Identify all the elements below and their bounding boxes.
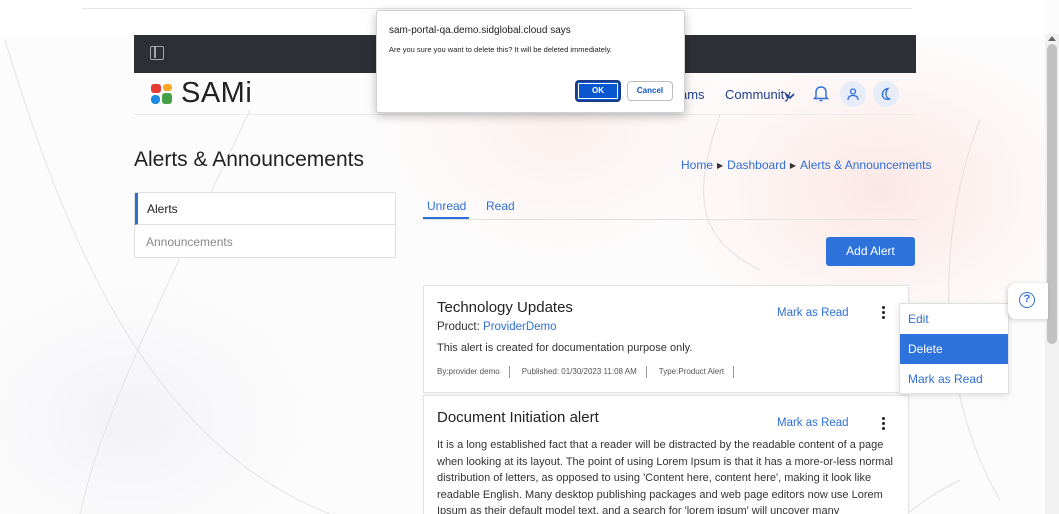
- left-menu-item-alerts[interactable]: Alerts: [135, 193, 395, 225]
- breadcrumb-current[interactable]: Alerts & Announcements: [800, 158, 931, 172]
- menu-item-mark-as-read[interactable]: Mark as Read: [900, 364, 1008, 394]
- help-button[interactable]: ?: [1008, 283, 1048, 319]
- divider: [645, 366, 647, 378]
- alert-description: This alert is created for documentation …: [437, 342, 693, 354]
- tab-bar: Unread Read: [423, 192, 915, 220]
- breadcrumb: Home ▶ Dashboard ▶ Alerts & Announcements: [681, 158, 931, 172]
- confirm-dialog: sam-portal-qa.demo.sidglobal.cloud says …: [376, 10, 685, 113]
- tab-unread[interactable]: Unread: [427, 199, 466, 213]
- cancel-button[interactable]: Cancel: [627, 81, 673, 101]
- kebab-menu-icon[interactable]: [882, 417, 886, 432]
- sami-logo-icon: [151, 84, 172, 104]
- chevron-down-icon[interactable]: [785, 91, 795, 101]
- alert-product: Product: ProviderDemo: [437, 321, 557, 333]
- bell-icon[interactable]: [813, 84, 829, 102]
- alert-card: Document Initiation alert Mark as Read I…: [423, 395, 909, 514]
- breadcrumb-dashboard[interactable]: Dashboard: [727, 158, 786, 172]
- question-circle-icon[interactable]: ?: [1019, 292, 1035, 308]
- alert-author: By:provider demo: [437, 367, 500, 377]
- dialog-message: Are you sure you want to delete this? It…: [389, 45, 612, 54]
- active-tab-indicator: [423, 217, 469, 219]
- scroll-up-arrow-icon[interactable]: [1048, 36, 1056, 41]
- alert-actions-menu: Edit Delete Mark as Read: [899, 303, 1009, 394]
- menu-item-edit[interactable]: Edit: [900, 304, 1008, 334]
- sidebar-toggle-icon[interactable]: [150, 46, 164, 60]
- product-label: Product:: [437, 321, 480, 333]
- scrollbar-thumb[interactable]: [1047, 44, 1057, 344]
- divider: [82, 8, 912, 9]
- caret-right-icon: ▶: [789, 161, 797, 170]
- left-menu: Alerts Announcements: [134, 192, 396, 258]
- breadcrumb-home[interactable]: Home: [681, 158, 713, 172]
- logo-text: SAMi: [181, 77, 253, 109]
- alert-title: Document Initiation alert: [437, 409, 599, 426]
- alert-body: It is a long established fact that a rea…: [437, 439, 893, 514]
- user-icon[interactable]: [840, 81, 866, 107]
- alert-title: Technology Updates: [437, 299, 573, 316]
- add-alert-button[interactable]: Add Alert: [826, 237, 915, 266]
- page-title: Alerts & Announcements: [134, 148, 364, 171]
- product-link[interactable]: ProviderDemo: [483, 321, 557, 333]
- divider: [733, 366, 735, 378]
- alert-meta: By:provider demo Published: 01/30/2023 11…: [437, 366, 746, 378]
- ok-button[interactable]: OK: [575, 80, 621, 102]
- tab-read[interactable]: Read: [486, 199, 515, 213]
- left-menu-item-announcements[interactable]: Announcements: [135, 226, 395, 258]
- divider: [508, 366, 510, 378]
- alert-card: Technology Updates Product: ProviderDemo…: [423, 285, 909, 393]
- caret-right-icon: ▶: [717, 161, 724, 170]
- mark-as-read-link[interactable]: Mark as Read: [777, 307, 849, 319]
- dialog-title: sam-portal-qa.demo.sidglobal.cloud says: [389, 25, 571, 36]
- mark-as-read-link[interactable]: Mark as Read: [777, 417, 849, 429]
- alert-type: Type:Product Alert: [658, 367, 725, 377]
- menu-item-delete[interactable]: Delete: [900, 334, 1008, 364]
- nav-item-community[interactable]: Community: [725, 87, 791, 102]
- kebab-menu-icon[interactable]: [882, 306, 886, 321]
- moon-icon[interactable]: [873, 81, 899, 107]
- alert-published: Published: 01/30/2023 11:08 AM: [521, 367, 637, 377]
